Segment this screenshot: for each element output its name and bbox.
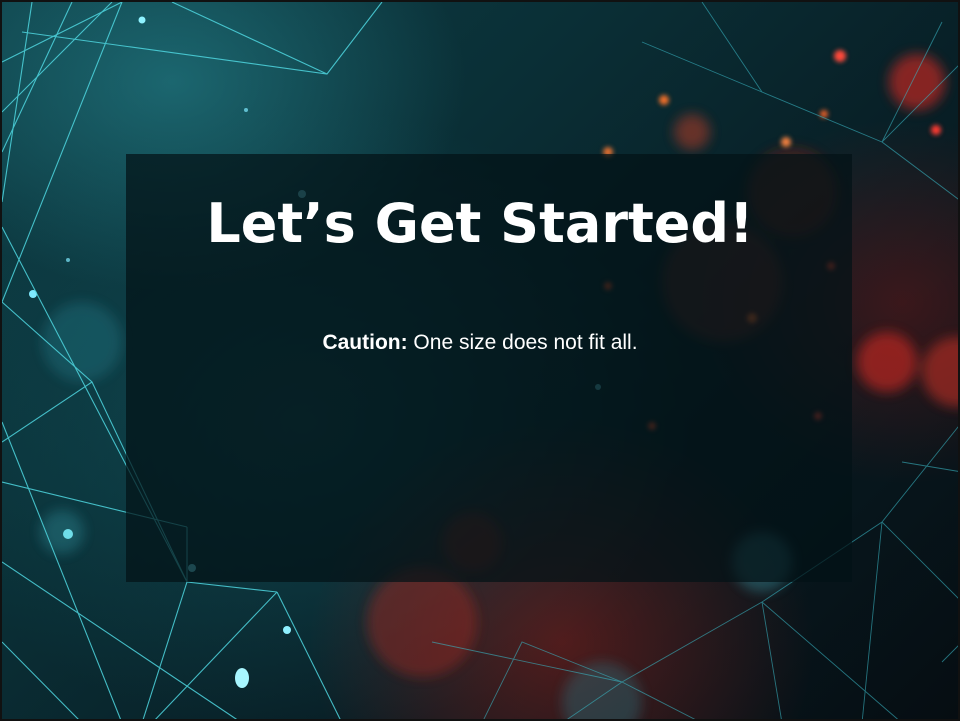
slide-title: Let’s Get Started! <box>206 192 754 255</box>
slide: Let’s Get Started! Caution: One size doe… <box>0 0 960 721</box>
caution-text: One size does not fit all. <box>407 331 638 354</box>
slide-subtitle: Caution: One size does not fit all. <box>2 330 958 355</box>
caution-label: Caution: <box>322 331 408 354</box>
